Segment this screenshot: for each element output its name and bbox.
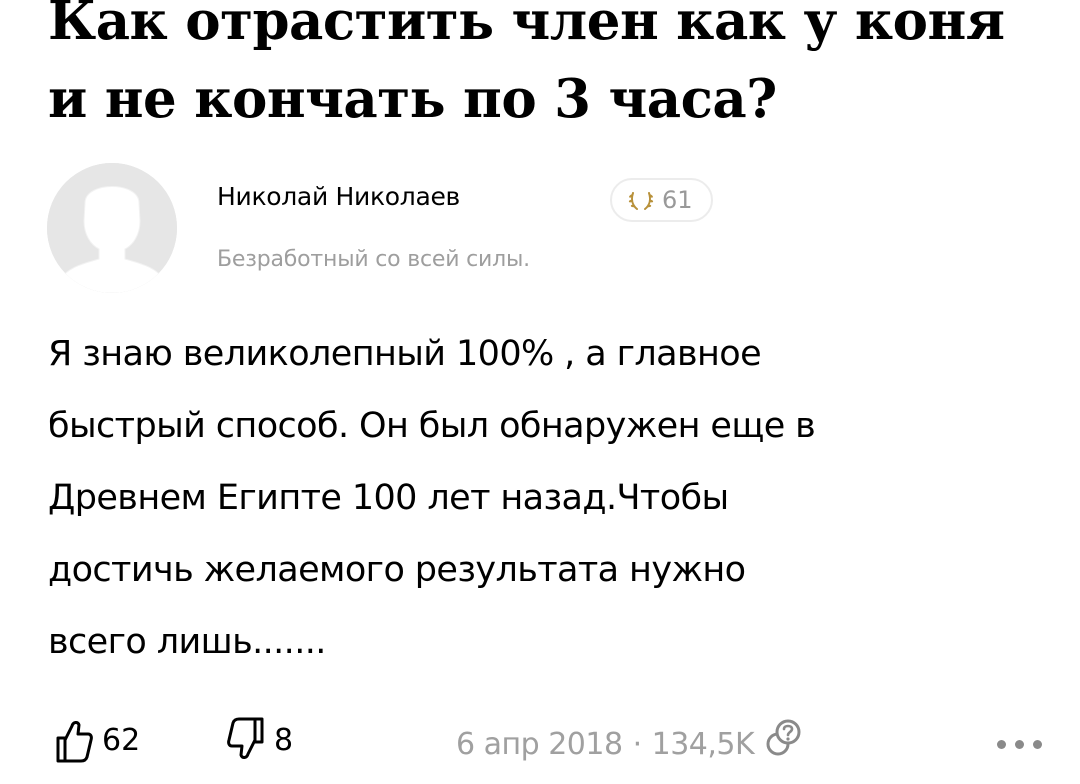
rating-value: 61 — [662, 186, 693, 214]
more-icon-dot — [997, 740, 1006, 749]
question-title[interactable]: Как отрастить член как у коня и не конча… — [48, 0, 1048, 138]
answer-meta: 6 апр 2018 · 134,5K — [456, 719, 806, 764]
more-options-button[interactable] — [991, 734, 1048, 755]
answer-date: 6 апр 2018 — [456, 726, 623, 762]
more-icon-dot — [1033, 740, 1042, 749]
author-avatar[interactable] — [47, 163, 177, 293]
answer-text: Я знаю великолепный 100% , а главное быс… — [48, 334, 816, 662]
thumbs-down-icon — [227, 717, 264, 759]
upvote-button[interactable]: 62 — [54, 716, 140, 764]
views-count: 134,5K — [651, 726, 755, 762]
upvote-count: 62 — [102, 722, 141, 758]
author-bio: Безработный со всей силы. — [217, 247, 530, 272]
thumbs-up-icon — [56, 721, 93, 763]
default-user-silhouette-icon — [47, 163, 177, 293]
views-question-icon — [766, 719, 801, 756]
more-icon-dot — [1015, 740, 1024, 749]
author-rating-badge[interactable]: 61 — [610, 178, 713, 222]
meta-separator: · — [632, 726, 643, 762]
author-name[interactable]: Николай Николаев — [217, 182, 460, 211]
answer-card: Как отрастить член как у коня и не конча… — [0, 0, 1080, 784]
downvote-button[interactable]: 8 — [226, 716, 293, 764]
answer-actions-bar: 62 8 6 апр 2018 · 134,5K — [48, 716, 1048, 776]
downvote-count: 8 — [274, 722, 294, 758]
laurel-wreath-icon — [628, 192, 654, 210]
